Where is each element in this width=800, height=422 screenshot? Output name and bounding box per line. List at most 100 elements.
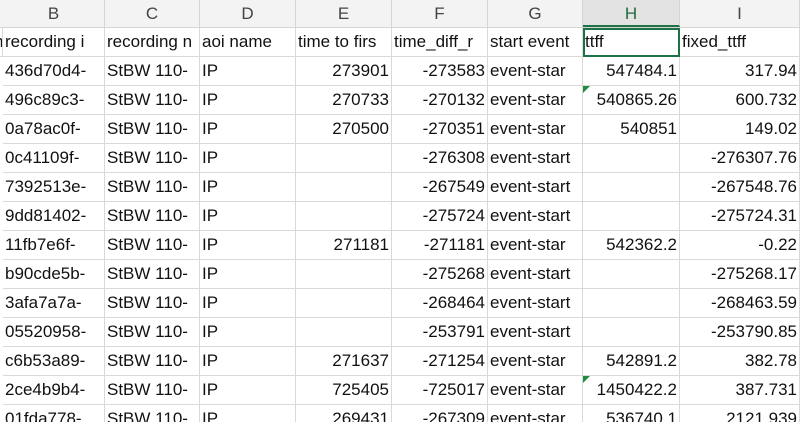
cell-g[interactable]: event-start	[488, 318, 583, 347]
column-header-e[interactable]: E	[296, 0, 392, 27]
cell-g[interactable]: event-star	[488, 57, 583, 86]
cell-f[interactable]: -268464	[392, 289, 488, 318]
cell-e[interactable]: 270500	[296, 115, 392, 144]
cell-b[interactable]: 01fda778-	[3, 405, 105, 422]
header-cell-b[interactable]: recording i	[3, 28, 105, 57]
cell-h[interactable]: 547484.1	[583, 57, 680, 86]
cell-d[interactable]: IP	[200, 202, 296, 231]
column-header-d[interactable]: D	[200, 0, 296, 27]
cell-i[interactable]: -275724.31	[680, 202, 800, 231]
column-header-b[interactable]: B	[3, 0, 105, 27]
cell-b[interactable]: 9dd81402-	[3, 202, 105, 231]
cell-g[interactable]: event-star	[488, 405, 583, 422]
cell-f[interactable]: -275268	[392, 260, 488, 289]
header-cell-h[interactable]: ttff	[583, 28, 680, 57]
cell-e[interactable]	[296, 318, 392, 347]
cell-c[interactable]: StBW 110-	[105, 405, 200, 422]
cell-c[interactable]: StBW 110-	[105, 347, 200, 376]
cell-d[interactable]: IP	[200, 57, 296, 86]
cell-f[interactable]: -273583	[392, 57, 488, 86]
cell-h[interactable]: 1450422.2	[583, 376, 680, 405]
cell-e[interactable]	[296, 144, 392, 173]
cell-g[interactable]: event-start	[488, 289, 583, 318]
header-cell-e[interactable]: time to firs	[296, 28, 392, 57]
cell-i[interactable]: -267548.76	[680, 173, 800, 202]
error-indicator-icon[interactable]	[583, 376, 590, 383]
cell-c[interactable]: StBW 110-	[105, 289, 200, 318]
cell-i[interactable]: 387.731	[680, 376, 800, 405]
cell-c[interactable]: StBW 110-	[105, 115, 200, 144]
cell-e[interactable]: 270733	[296, 86, 392, 115]
cell-b[interactable]: 7392513e-	[3, 173, 105, 202]
cell-i[interactable]: -275268.17	[680, 260, 800, 289]
cell-b[interactable]: 0a78ac0f-	[3, 115, 105, 144]
cell-e[interactable]	[296, 260, 392, 289]
cell-f[interactable]: -267309	[392, 405, 488, 422]
cell-b[interactable]: 2ce4b9b4-	[3, 376, 105, 405]
cell-b[interactable]: c6b53a89-	[3, 347, 105, 376]
column-header-f[interactable]: F	[392, 0, 488, 27]
cell-g[interactable]: event-start	[488, 173, 583, 202]
cell-c[interactable]: StBW 110-	[105, 144, 200, 173]
cell-c[interactable]: StBW 110-	[105, 173, 200, 202]
cell-c[interactable]: StBW 110-	[105, 231, 200, 260]
column-header-i[interactable]: I	[680, 0, 800, 27]
cell-f[interactable]: -270351	[392, 115, 488, 144]
header-cell-c[interactable]: recording n	[105, 28, 200, 57]
cell-i[interactable]: -0.22	[680, 231, 800, 260]
cell-c[interactable]: StBW 110-	[105, 86, 200, 115]
cell-i[interactable]: 317.94	[680, 57, 800, 86]
cell-i[interactable]: -253790.85	[680, 318, 800, 347]
header-cell-d[interactable]: aoi name	[200, 28, 296, 57]
cell-d[interactable]: IP	[200, 289, 296, 318]
cell-e[interactable]: 269431	[296, 405, 392, 422]
cell-e[interactable]: 273901	[296, 57, 392, 86]
header-cell-g[interactable]: start event	[488, 28, 583, 57]
cell-g[interactable]: event-star	[488, 115, 583, 144]
cell-d[interactable]: IP	[200, 405, 296, 422]
cell-h[interactable]: 536740.1	[583, 405, 680, 422]
cell-d[interactable]: IP	[200, 231, 296, 260]
cell-b[interactable]: 436d70d4-	[3, 57, 105, 86]
column-header-g[interactable]: G	[488, 0, 583, 27]
cell-f[interactable]: -253791	[392, 318, 488, 347]
cell-i[interactable]: 149.02	[680, 115, 800, 144]
cell-i[interactable]: 600.732	[680, 86, 800, 115]
cell-d[interactable]: IP	[200, 144, 296, 173]
cell-c[interactable]: StBW 110-	[105, 57, 200, 86]
cell-d[interactable]: IP	[200, 376, 296, 405]
cell-d[interactable]: IP	[200, 173, 296, 202]
column-header-c[interactable]: C	[105, 0, 200, 27]
cell-c[interactable]: StBW 110-	[105, 376, 200, 405]
cell-f[interactable]: -271181	[392, 231, 488, 260]
cell-h[interactable]: 542891.2	[583, 347, 680, 376]
cell-e[interactable]	[296, 173, 392, 202]
cell-d[interactable]: IP	[200, 115, 296, 144]
cell-f[interactable]: -275724	[392, 202, 488, 231]
cell-f[interactable]: -725017	[392, 376, 488, 405]
cell-c[interactable]: StBW 110-	[105, 202, 200, 231]
cell-c[interactable]: StBW 110-	[105, 318, 200, 347]
cell-g[interactable]: event-star	[488, 231, 583, 260]
cell-f[interactable]: -276308	[392, 144, 488, 173]
cell-e[interactable]: 271637	[296, 347, 392, 376]
header-cell-i[interactable]: fixed_ttff	[680, 28, 800, 57]
cell-d[interactable]: IP	[200, 347, 296, 376]
cell-h[interactable]	[583, 289, 680, 318]
cell-e[interactable]: 271181	[296, 231, 392, 260]
cell-i[interactable]: 382.78	[680, 347, 800, 376]
cell-e[interactable]: 725405	[296, 376, 392, 405]
cell-h[interactable]: 540865.26	[583, 86, 680, 115]
cell-f[interactable]: -270132	[392, 86, 488, 115]
cell-e[interactable]	[296, 202, 392, 231]
cell-h[interactable]: 542362.2	[583, 231, 680, 260]
cell-i[interactable]: -276307.76	[680, 144, 800, 173]
cell-b[interactable]: 0c41109f-	[3, 144, 105, 173]
cell-b[interactable]: 3afa7a7a-	[3, 289, 105, 318]
cell-i[interactable]: -268463.59	[680, 289, 800, 318]
cell-f[interactable]: -271254	[392, 347, 488, 376]
cell-b[interactable]: 05520958-	[3, 318, 105, 347]
cell-g[interactable]: event-star	[488, 86, 583, 115]
cell-g[interactable]: event-start	[488, 144, 583, 173]
header-cell-f[interactable]: time_diff_r	[392, 28, 488, 57]
